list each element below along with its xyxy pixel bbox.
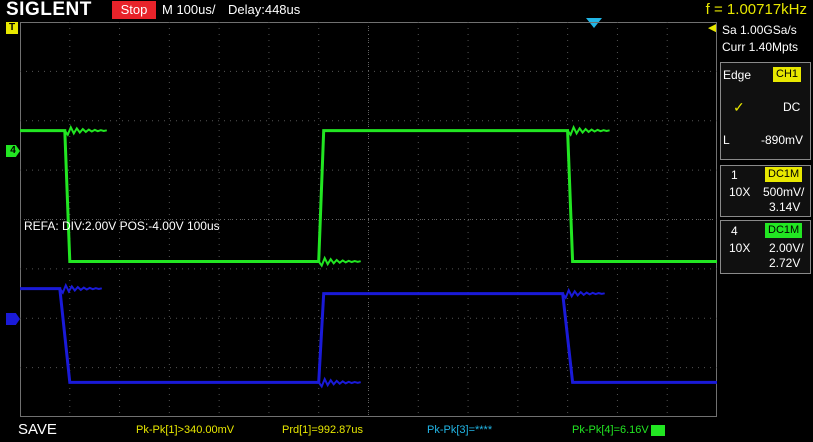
delay-readout[interactable]: Delay:448us <box>228 2 300 17</box>
run-stop-button[interactable]: Stop <box>112 1 156 19</box>
trigger-type: Edge <box>723 68 752 82</box>
waveform-ringing-1 <box>566 124 610 137</box>
channel-1-id: 1 <box>731 168 738 182</box>
channel-1-probe: 10X <box>729 185 751 199</box>
acquisition-info: Sa 1.00GSa/s Curr 1.40Mpts <box>720 22 809 60</box>
waveform-ringing-2 <box>58 282 103 295</box>
measurement-pkpk-1: Pk-Pk[1]>340.00mV <box>136 424 235 436</box>
measurement-4-swatch <box>651 425 665 436</box>
brand-logo: SIGLENT <box>6 0 92 20</box>
waveform-ringing-1 <box>63 124 108 137</box>
trigger-source-badge: CH1 <box>773 67 802 82</box>
channel-1-panel[interactable]: 1 DC1M 10X 500mV/ 3.14V <box>720 165 811 217</box>
channel-4-offset: 2.72V <box>769 256 801 270</box>
waveform-ringing-2 <box>561 287 605 300</box>
measurement-period-1: Prd[1]=992.87us <box>282 424 364 436</box>
rising-edge-icon: ✓ <box>733 99 745 115</box>
trigger-position-icon: T <box>6 22 18 34</box>
timebase-readout[interactable]: M 100us/ <box>162 2 215 17</box>
channel-4-coupling-badge: DC1M <box>765 223 803 238</box>
memory-depth: Curr 1.40Mpts <box>722 40 799 54</box>
waveform-ringing-2 <box>317 376 361 389</box>
trigger-panel[interactable]: Edge CH1 ✓ DC L -890mV <box>720 62 811 160</box>
waveform-ringing-1 <box>317 255 361 268</box>
trigger-coupling: DC <box>783 100 801 114</box>
channel-4-probe: 10X <box>729 241 751 255</box>
top-status-bar: SIGLENT Stop M 100us/ Delay:448us f = 1.… <box>0 0 813 22</box>
trigger-level-label: L <box>723 133 730 147</box>
frequency-counter: f = 1.00717kHz <box>705 1 807 18</box>
channel-1-offset-icon[interactable] <box>6 313 20 325</box>
measurement-pkpk-3: Pk-Pk[3]=**** <box>427 424 493 436</box>
channel-4-id: 4 <box>731 224 738 238</box>
channel-4-panel[interactable]: 4 DC1M 10X 2.00V/ 2.72V <box>720 220 811 274</box>
right-info-panel: Sa 1.00GSa/s Curr 1.40Mpts Edge CH1 ✓ DC… <box>720 22 813 417</box>
channel-4-scale: 2.00V/ <box>769 241 804 255</box>
reference-waveform-label: REFA: DIV:2.00V POS:-4.00V 100us <box>24 219 220 233</box>
trigger-level-value: -890mV <box>761 133 804 147</box>
channel-1-coupling-badge: DC1M <box>765 167 803 182</box>
save-button[interactable]: SAVE <box>18 421 57 438</box>
measurement-pkpk-4: Pk-Pk[4]=6.16V <box>572 424 649 436</box>
channel-1-scale: 500mV/ <box>763 185 805 199</box>
channel-4-offset-icon[interactable]: 4 <box>6 145 20 157</box>
sample-rate: Sa 1.00GSa/s <box>722 23 797 37</box>
channel-1-offset: 3.14V <box>769 200 801 214</box>
measurement-bar: SAVE Pk-Pk[1]>340.00mV Prd[1]=992.87us P… <box>0 420 813 442</box>
